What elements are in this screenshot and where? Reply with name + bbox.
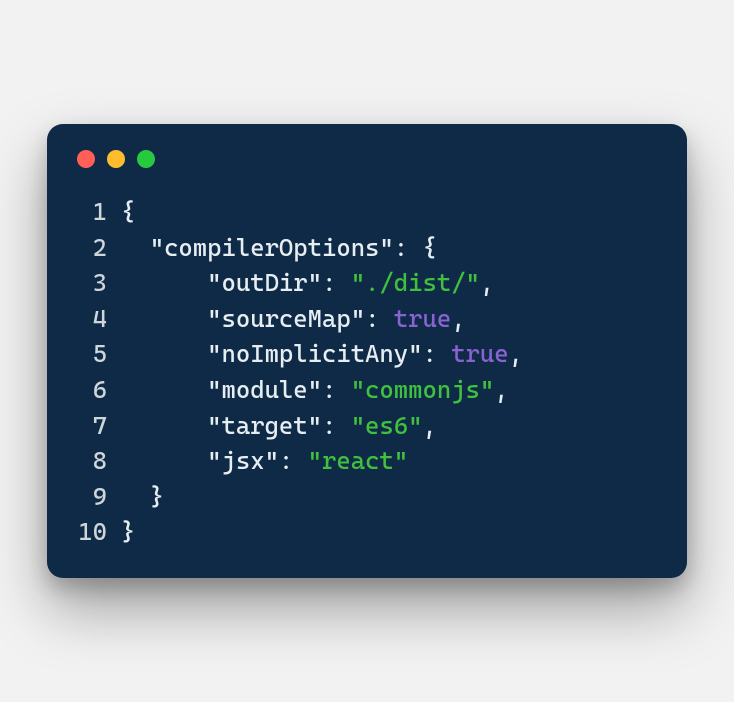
line-number: 8: [75, 443, 121, 479]
code-token: true: [451, 339, 508, 368]
code-token: }: [121, 517, 135, 546]
code-line: 1{: [75, 194, 659, 230]
code-token: [121, 268, 207, 297]
line-number: 3: [75, 265, 121, 301]
code-token: [121, 446, 207, 475]
code-token: [121, 482, 150, 511]
line-content: "jsx": "react": [121, 443, 408, 479]
window-titlebar: [75, 146, 659, 194]
code-token: "commonjs": [351, 375, 495, 404]
code-token: [121, 304, 207, 333]
code-token: {: [121, 197, 135, 226]
line-number: 6: [75, 372, 121, 408]
code-line: 7 "target": "es6",: [75, 408, 659, 444]
line-content: "sourceMap": true,: [121, 301, 466, 337]
editor-window: 1{2 "compilerOptions": {3 "outDir": "./d…: [47, 124, 687, 577]
line-number: 1: [75, 194, 121, 230]
code-token: :: [279, 446, 308, 475]
code-line: 2 "compilerOptions": {: [75, 230, 659, 266]
code-line: 10}: [75, 514, 659, 550]
code-token: }: [150, 482, 164, 511]
minimize-icon[interactable]: [107, 150, 125, 168]
code-token: [121, 339, 207, 368]
code-token: [121, 375, 207, 404]
code-token: :: [365, 304, 394, 333]
line-number: 9: [75, 479, 121, 515]
code-token: "jsx": [207, 446, 279, 475]
code-token: "sourceMap": [207, 304, 365, 333]
code-token: "outDir": [207, 268, 322, 297]
line-number: 2: [75, 230, 121, 266]
code-token: "noImplicitAny": [207, 339, 422, 368]
zoom-icon[interactable]: [137, 150, 155, 168]
code-token: :: [322, 411, 351, 440]
code-token: :: [422, 339, 451, 368]
code-token: "target": [207, 411, 322, 440]
code-token: ,: [480, 268, 494, 297]
close-icon[interactable]: [77, 150, 95, 168]
code-token: ,: [451, 304, 465, 333]
code-line: 5 "noImplicitAny": true,: [75, 336, 659, 372]
code-token: "module": [207, 375, 322, 404]
code-token: [121, 411, 207, 440]
code-token: ,: [509, 339, 523, 368]
code-line: 4 "sourceMap": true,: [75, 301, 659, 337]
code-token: "react": [308, 446, 409, 475]
line-content: "outDir": "./dist/",: [121, 265, 494, 301]
line-content: "compilerOptions": {: [121, 230, 437, 266]
code-token: "./dist/": [351, 268, 480, 297]
line-number: 5: [75, 336, 121, 372]
line-content: }: [121, 479, 164, 515]
code-token: true: [394, 304, 451, 333]
code-token: :: [322, 375, 351, 404]
code-line: 8 "jsx": "react": [75, 443, 659, 479]
line-content: }: [121, 514, 135, 550]
line-content: {: [121, 194, 135, 230]
code-line: 6 "module": "commonjs",: [75, 372, 659, 408]
code-block: 1{2 "compilerOptions": {3 "outDir": "./d…: [75, 194, 659, 549]
line-number: 10: [75, 514, 121, 550]
code-token: "es6": [351, 411, 423, 440]
code-token: [121, 233, 150, 262]
code-line: 9 }: [75, 479, 659, 515]
code-token: "compilerOptions": [150, 233, 394, 262]
code-line: 3 "outDir": "./dist/",: [75, 265, 659, 301]
line-content: "noImplicitAny": true,: [121, 336, 523, 372]
line-content: "module": "commonjs",: [121, 372, 509, 408]
line-content: "target": "es6",: [121, 408, 437, 444]
code-token: ,: [494, 375, 508, 404]
code-token: :: [322, 268, 351, 297]
code-token: : {: [394, 233, 437, 262]
code-token: ,: [422, 411, 436, 440]
line-number: 4: [75, 301, 121, 337]
line-number: 7: [75, 408, 121, 444]
